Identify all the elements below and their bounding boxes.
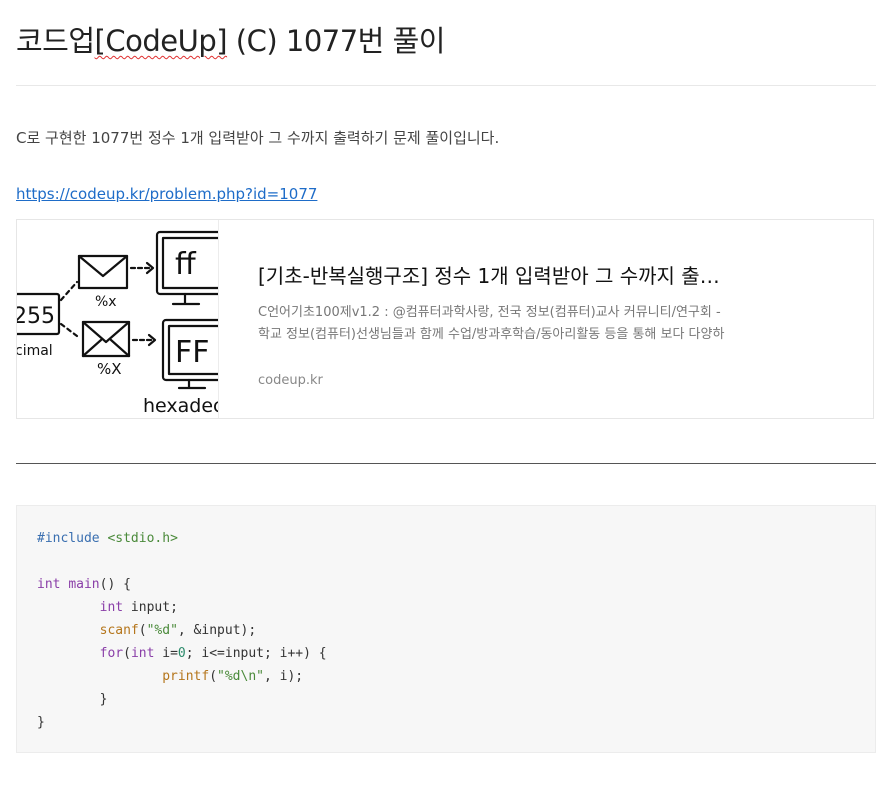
- code-token: }: [37, 715, 45, 730]
- title-divider: [16, 85, 876, 86]
- section-divider: [16, 463, 876, 464]
- problem-link[interactable]: https://codeup.kr/problem.php?id=1077: [16, 185, 317, 203]
- card-title[interactable]: [기초-반복실행구조] 정수 1개 입력받아 그 수까지 출력하기: [258, 260, 728, 289]
- code-line: int main() {: [37, 573, 855, 596]
- code-line: printf("%d\n", i);: [37, 665, 855, 688]
- code-token: main: [68, 577, 100, 592]
- thumb-label-ff-upper: FF: [175, 335, 210, 370]
- code-token: (: [138, 623, 147, 638]
- thumb-label-lower-x: %x: [95, 294, 117, 310]
- thumb-label-decimal: cimal: [17, 343, 53, 359]
- code-token: int: [130, 646, 155, 661]
- card-thumbnail: 255 cimal %x %X ff FF hexadeci: [17, 220, 219, 418]
- card-domain: codeup.kr: [258, 373, 323, 388]
- conversion-illustration-icon: 255 cimal %x %X ff FF hexadeci: [17, 230, 218, 417]
- code-token: <stdio.h>: [107, 531, 178, 546]
- link-preview-card[interactable]: 255 cimal %x %X ff FF hexadeci [기초-반복실행구…: [16, 219, 874, 419]
- code-token: ; i<=input; i++) {: [185, 646, 327, 661]
- code-token: printf: [162, 669, 210, 684]
- code-token: 0: [177, 646, 186, 661]
- code-line: for(int i=0; i<=input; i++) {: [37, 642, 855, 665]
- title-code-spellcheck: [CodeUp]: [94, 24, 228, 58]
- code-token: "%d\n": [217, 669, 264, 684]
- code-token: scanf: [99, 623, 139, 638]
- post-intro: C로 구현한 1077번 정수 1개 입력받아 그 수까지 출력하기 문제 풀이…: [16, 129, 500, 147]
- code-token: , i);: [264, 669, 304, 684]
- code-line: }: [37, 688, 855, 711]
- code-token: "%d": [146, 623, 178, 638]
- title-suffix: (C) 1077번 풀이: [227, 24, 446, 58]
- thumb-label-255: 255: [17, 304, 55, 329]
- code-line: scanf("%d", &input);: [37, 619, 855, 642]
- code-token: i=: [154, 646, 178, 661]
- code-token: () {: [99, 577, 131, 592]
- post-title: 코드업[CodeUp] (C) 1077번 풀이: [16, 18, 445, 60]
- code-token: int: [37, 577, 61, 592]
- code-block: #include <stdio.h> int main() { int input…: [16, 505, 876, 753]
- thumb-label-upper-x: %X: [97, 360, 122, 378]
- code-token: (: [123, 646, 131, 661]
- code-token: for: [99, 646, 124, 661]
- code-token: #include: [37, 531, 108, 546]
- thumb-label-ff-lower: ff: [175, 247, 197, 282]
- code-line: #include <stdio.h>: [37, 527, 855, 550]
- code-token: int: [99, 600, 124, 615]
- code-token: , &input);: [177, 623, 257, 638]
- code-token: (: [209, 669, 218, 684]
- thumb-label-hexadecimal: hexadeci: [143, 395, 218, 417]
- code-line: }: [37, 711, 855, 734]
- title-prefix: 코드업: [16, 24, 95, 58]
- card-description: C언어기초100제v1.2 : @컴퓨터과학사랑, 전국 정보(컴퓨터)교사 커…: [258, 305, 725, 342]
- code-line: int input;: [37, 596, 855, 619]
- code-token: input;: [123, 600, 178, 615]
- code-token: }: [37, 692, 108, 707]
